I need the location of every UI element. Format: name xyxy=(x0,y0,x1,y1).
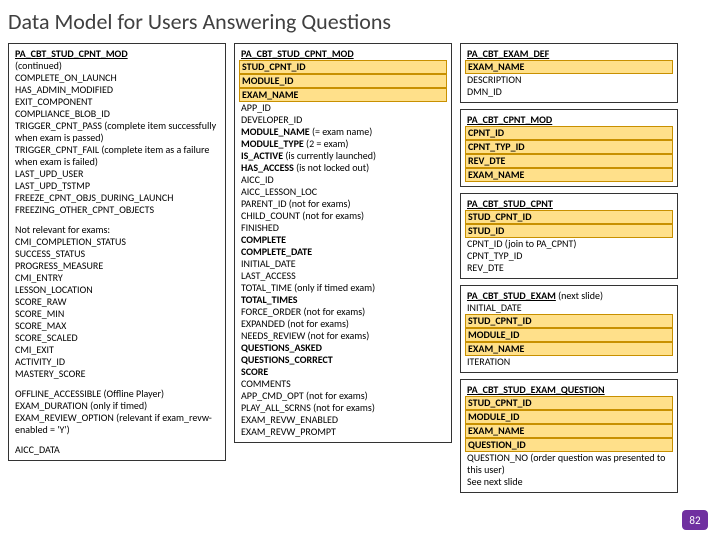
page-title: Data Model for Users Answering Questions xyxy=(8,8,712,35)
field: TRIGGER_CPNT_FAIL (complete item as a fa… xyxy=(15,144,219,168)
table-title: PA_CBT_CPNT_MOD xyxy=(467,114,671,126)
fk-field: REV_DTE xyxy=(465,154,673,168)
field: EXAM_REVIEW_OPTION (relevant if exam_rev… xyxy=(15,412,219,436)
diagram-columns: PA_CBT_STUD_CPNT_MOD (continued) COMPLET… xyxy=(8,43,712,493)
field: AICC_DATA xyxy=(15,444,219,456)
table-title: PA_CBT_EXAM_DEF xyxy=(467,48,671,60)
field: See next slide xyxy=(467,476,671,488)
fk-field: EXAM_NAME xyxy=(239,88,447,102)
fk-field: EXAM_NAME xyxy=(465,342,673,356)
field: ITERATION xyxy=(467,356,671,368)
fk-field: MODULE_ID xyxy=(239,74,447,88)
fk-field: EXAM_NAME xyxy=(465,424,673,438)
fk-field: STUD_ID xyxy=(465,224,673,238)
fk-field: EXAM_NAME xyxy=(465,60,673,74)
fk-field: CPNT_ID xyxy=(465,126,673,140)
table-title: PA_CBT_STUD_CPNT xyxy=(467,198,671,210)
page-number: 82 xyxy=(682,510,708,530)
field: REV_DTE xyxy=(467,262,671,274)
column-1: PA_CBT_STUD_CPNT_MOD (continued) COMPLET… xyxy=(8,43,226,461)
field: MASTERY_SCORE xyxy=(15,368,219,380)
box-stud-cpnt: PA_CBT_STUD_CPNT STUD_CPNT_ID STUD_ID CP… xyxy=(460,193,678,279)
table-title: PA_CBT_STUD_EXAM_QUESTION xyxy=(467,384,671,396)
column-2: PA_CBT_STUD_CPNT_MOD STUD_CPNT_ID MODULE… xyxy=(234,43,452,443)
fk-field: MODULE_ID xyxy=(465,328,673,342)
fk-field: MODULE_ID xyxy=(465,410,673,424)
field: EXAM_REVW_PROMPT xyxy=(241,426,445,438)
field: DMN_ID xyxy=(467,86,671,98)
fk-field: STUD_CPNT_ID xyxy=(239,60,447,74)
field: QUESTIONS_CORRECT xyxy=(241,354,445,366)
field: INITIAL_DATE xyxy=(467,302,671,314)
column-3: PA_CBT_EXAM_DEF EXAM_NAME DESCRIPTION DM… xyxy=(460,43,678,493)
box-stud-cpnt-mod-continued: PA_CBT_STUD_CPNT_MOD (continued) COMPLET… xyxy=(8,43,226,461)
fk-field: STUD_CPNT_ID xyxy=(465,210,673,224)
box-cpnt-mod: PA_CBT_CPNT_MOD CPNT_ID CPNT_TYP_ID REV_… xyxy=(460,109,678,187)
box-stud-exam: PA_CBT_STUD_EXAM (next slide) INITIAL_DA… xyxy=(460,285,678,373)
field: FREEZING_OTHER_CPNT_OBJECTS xyxy=(15,204,219,216)
box-exam-def: PA_CBT_EXAM_DEF EXAM_NAME DESCRIPTION DM… xyxy=(460,43,678,103)
fk-field: STUD_CPNT_ID xyxy=(465,314,673,328)
table-title: PA_CBT_STUD_CPNT_MOD xyxy=(241,48,445,60)
box-stud-exam-question: PA_CBT_STUD_EXAM_QUESTION STUD_CPNT_ID M… xyxy=(460,379,678,493)
fk-field: QUESTION_ID xyxy=(465,438,673,452)
box-stud-cpnt-mod: PA_CBT_STUD_CPNT_MOD STUD_CPNT_ID MODULE… xyxy=(234,43,452,443)
field: QUESTION_NO (order question was presente… xyxy=(467,452,671,476)
fk-field: EXAM_NAME xyxy=(465,168,673,182)
field: TRIGGER_CPNT_PASS (complete item success… xyxy=(15,120,219,144)
fk-field: STUD_CPNT_ID xyxy=(465,396,673,410)
fk-field: CPNT_TYP_ID xyxy=(465,140,673,154)
